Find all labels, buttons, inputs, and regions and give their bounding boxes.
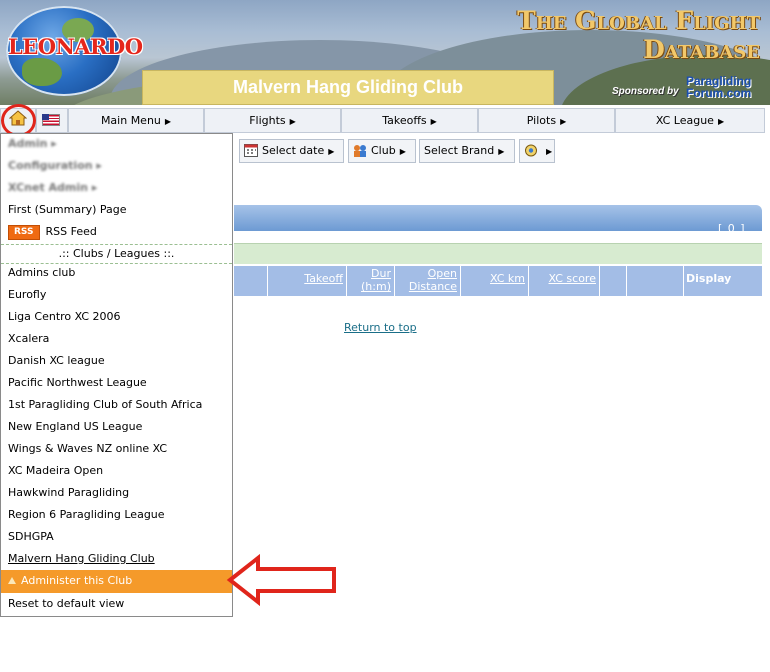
- caret-right-icon: ▶: [498, 147, 505, 156]
- return-to-top-link[interactable]: Return to top: [344, 321, 417, 334]
- menu-label: Pilots: [526, 114, 557, 127]
- menu-label: Flights: [249, 114, 286, 127]
- site-title: The Global Flight Database: [517, 6, 760, 64]
- caret-right-icon: ▶: [164, 117, 172, 126]
- club-item[interactable]: 1st Paragliding Club of South Africa: [1, 394, 232, 416]
- club-item[interactable]: Admins club: [1, 262, 232, 284]
- menu-item-admin[interactable]: Admin ▸: [1, 133, 232, 155]
- menu-item-reset-view[interactable]: Reset to default view: [1, 593, 232, 615]
- result-count: [ 0 ]: [718, 222, 746, 235]
- caret-right-icon: ▶: [560, 117, 567, 126]
- menu-pilots[interactable]: Pilots ▶: [478, 108, 615, 133]
- club-item[interactable]: Liga Centro XC 2006: [1, 306, 232, 328]
- club-button[interactable]: Club ▶: [348, 139, 416, 163]
- club-item[interactable]: XC Madeira Open: [1, 460, 232, 482]
- results-title-bar: [234, 205, 762, 231]
- column-header-display: Display: [686, 272, 732, 285]
- caret-right-icon: ▶: [289, 117, 296, 126]
- caret-right-icon: ▶: [546, 147, 553, 156]
- menu-item-administer-club[interactable]: Administer this Club: [1, 570, 232, 593]
- club-item[interactable]: Hawkwind Paragliding: [1, 482, 232, 504]
- warning-triangle-icon: [8, 577, 16, 584]
- menu-item-first-page[interactable]: First (Summary) Page: [1, 199, 232, 221]
- club-people-icon: [354, 145, 366, 157]
- sponsor-logo-line2[interactable]: Forum.com: [686, 87, 751, 99]
- select-brand-label: Select Brand: [424, 144, 495, 157]
- club-label: Club: [371, 144, 396, 157]
- rss-icon: RSS: [8, 225, 40, 240]
- club-name-banner: Malvern Hang Gliding Club: [142, 70, 554, 105]
- menu-label: XC League: [655, 114, 714, 127]
- club-item[interactable]: Region 6 Paragliding League: [1, 504, 232, 526]
- clubs-leagues-separator: .:: Clubs / Leagues ::.: [1, 244, 232, 264]
- flag-canton: [42, 114, 49, 120]
- menu-main-menu[interactable]: Main Menu ▶: [68, 108, 204, 133]
- menu-item-label: Configuration: [8, 159, 93, 172]
- club-item[interactable]: Wings & Waves NZ online XC: [1, 438, 232, 460]
- column-header-open-distance[interactable]: Open Distance: [395, 266, 461, 296]
- menu-item-label: Admin: [8, 137, 48, 150]
- column-header-xc-km[interactable]: XC km: [461, 266, 529, 296]
- calendar-icon: [244, 144, 258, 157]
- filter-disc-icon: [525, 144, 537, 157]
- caret-right-icon: ▶: [328, 147, 335, 156]
- column-header-blank: [600, 266, 627, 296]
- menu-flights[interactable]: Flights ▶: [204, 108, 341, 133]
- column-header-duration-label: Dur (h:m): [361, 267, 391, 293]
- filter-info-row: [234, 243, 762, 264]
- club-item[interactable]: Danish XC league: [1, 350, 232, 372]
- select-date-button[interactable]: Select date ▶: [239, 139, 344, 163]
- club-item[interactable]: Eurofly: [1, 284, 232, 306]
- menu-item-xcnet-admin[interactable]: XCnet Admin ▸: [1, 177, 232, 199]
- menu-label: Takeoffs: [382, 114, 427, 127]
- menu-item-configuration[interactable]: Configuration ▸: [1, 155, 232, 177]
- select-date-label: Select date: [262, 144, 325, 157]
- club-item[interactable]: New England US League: [1, 416, 232, 438]
- sponsored-by-text: Sponsored by: [612, 86, 679, 97]
- rss-feed-label: RSS Feed: [45, 225, 97, 238]
- select-brand-button[interactable]: Select Brand ▶: [419, 139, 515, 163]
- menu-item-rss-feed[interactable]: RSS RSS Feed: [1, 221, 232, 243]
- menu-item-label: XCnet Admin: [8, 181, 88, 194]
- column-header-blank: [234, 266, 268, 296]
- column-header-blank: [627, 266, 684, 296]
- caret-right-icon: ▶: [430, 117, 437, 126]
- callout-arrow-icon: [226, 554, 336, 606]
- club-item-current[interactable]: Malvern Hang Gliding Club: [1, 548, 232, 570]
- menu-xc-league[interactable]: XC League ▶: [615, 108, 765, 133]
- filter-options-button[interactable]: ▶: [519, 139, 555, 163]
- column-header-xc-score[interactable]: XC score: [529, 266, 600, 296]
- club-item[interactable]: SDHGPA: [1, 526, 232, 548]
- menu-label: Main Menu: [100, 114, 161, 127]
- column-header-takeoff[interactable]: Takeoff: [268, 266, 347, 296]
- column-header-open-distance-label: Open Distance: [408, 267, 457, 293]
- club-item[interactable]: Pacific Northwest League: [1, 372, 232, 394]
- club-item[interactable]: Xcalera: [1, 328, 232, 350]
- menu-takeoffs[interactable]: Takeoffs ▶: [341, 108, 478, 133]
- caret-right-icon: ▶: [399, 147, 406, 156]
- caret-right-icon: ▶: [717, 117, 725, 126]
- administer-label: Administer this Club: [21, 574, 133, 587]
- column-header-duration[interactable]: Dur (h:m): [347, 266, 395, 296]
- logo-text: LEONARDO: [8, 34, 143, 59]
- logo-landmass: [22, 58, 62, 86]
